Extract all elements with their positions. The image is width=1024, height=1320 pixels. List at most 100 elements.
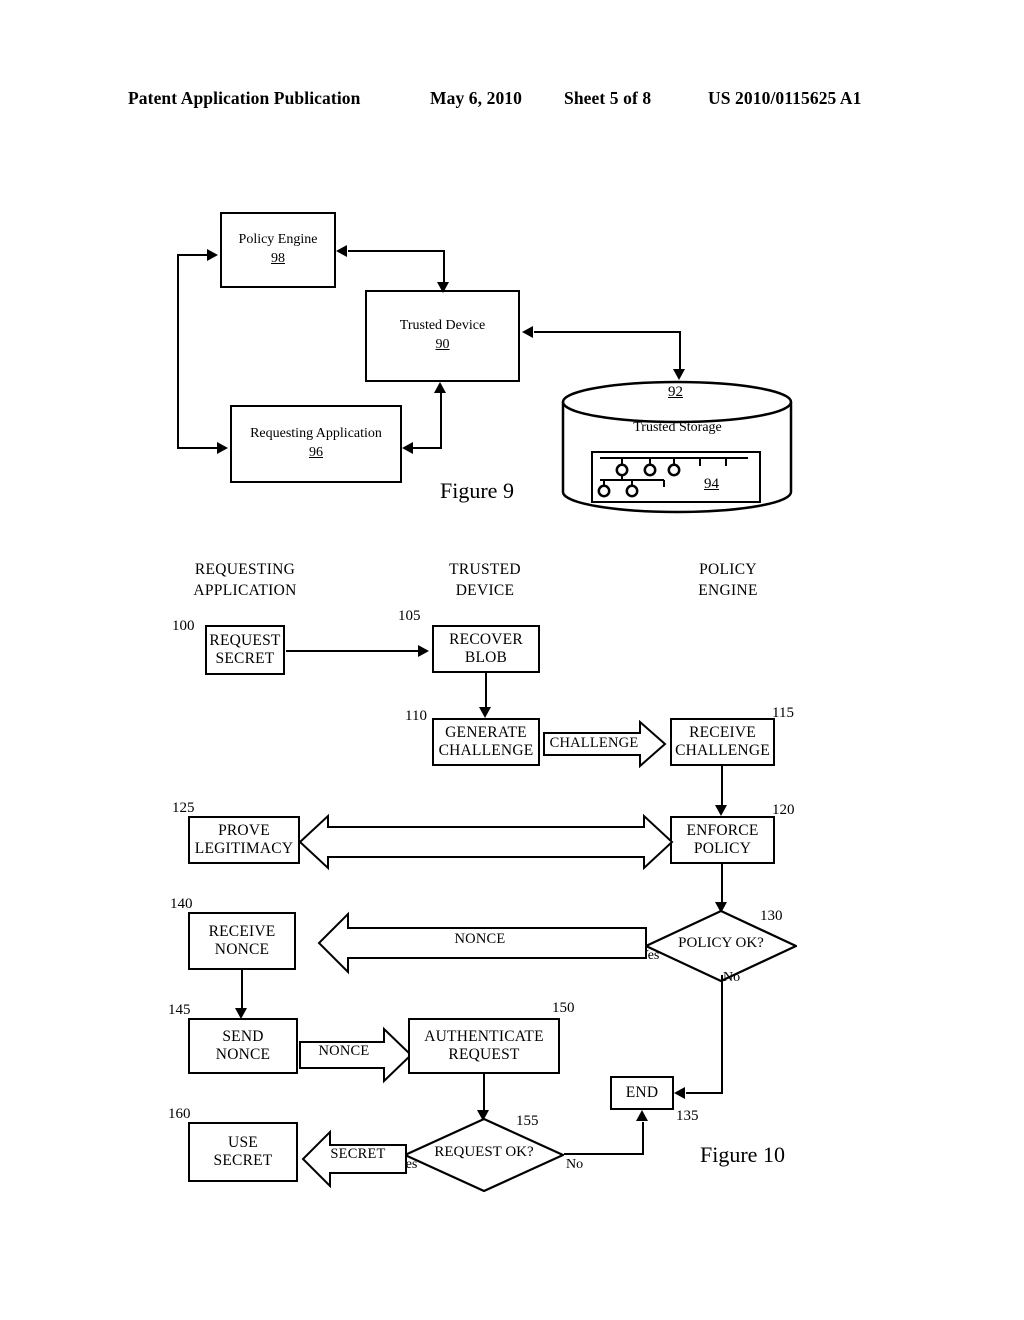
- figure9-line-storage-to-td: [534, 331, 681, 333]
- page-header: Patent Application Publication May 6, 20…: [0, 88, 1024, 114]
- figure9-arrowhead-up-to-trusted-device: [434, 382, 446, 393]
- figure10-message-challenge-label: CHALLENGE: [549, 735, 639, 751]
- figure9-arrowhead-into-trusted-device-right: [522, 326, 533, 338]
- figure10-enforce-policy-line1: ENFORCE: [686, 821, 759, 839]
- figure10-ref-105: 105: [398, 608, 421, 624]
- figure10-column-trusted-device-line2: DEVICE: [455, 581, 515, 599]
- figure10-step-request-secret: REQUEST SECRET: [205, 625, 285, 675]
- header-patent-number: US 2010/0115625 A1: [708, 88, 862, 108]
- figure10-receive-nonce-line2: NONCE: [214, 941, 270, 958]
- figure10-ref-115: 115: [772, 705, 794, 721]
- figure9-caption: Figure 9: [440, 478, 514, 503]
- figure10-receive-challenge-line2: CHALLENGE: [675, 742, 770, 759]
- patent-drawing-page: Patent Application Publication May 6, 20…: [0, 0, 1024, 1320]
- figure10-message-secret-label: SECRET: [330, 1146, 386, 1162]
- figure10-arrowhead-into-recover-blob: [418, 645, 429, 657]
- figure10-column-trusted-device-line1: TRUSTED: [449, 561, 521, 578]
- figure10-request-secret-line1: REQUEST: [209, 631, 281, 649]
- figure10-arrowhead-into-end-bottom: [636, 1110, 648, 1121]
- figure9-storage-label: Trusted Storage: [633, 420, 722, 435]
- figure10-authenticate-request-line2: REQUEST: [448, 1046, 520, 1063]
- figure10-use-secret-line2: SECRET: [213, 1152, 273, 1169]
- figure10-ref-140: 140: [170, 896, 193, 912]
- figure10-bidirectional-legitimacy-arrow: [298, 813, 674, 871]
- figure10-step-send-nonce: SEND NONCE: [188, 1018, 298, 1074]
- figure9-line-feedback-top: [177, 254, 209, 256]
- figure10-generate-challenge-line1: GENERATE: [445, 723, 527, 741]
- figure10-use-secret-line1: USE: [228, 1133, 258, 1151]
- figure10-recover-blob-line1: RECOVER: [449, 630, 523, 648]
- figure10-step-receive-nonce: RECEIVE NONCE: [188, 912, 296, 970]
- figure10-step-enforce-policy: ENFORCE POLICY: [670, 816, 775, 864]
- figure9-line-feedback-vertical: [177, 255, 179, 449]
- figure10-ref-145: 145: [168, 1002, 191, 1018]
- figure9-block-trusted-device: Trusted Device 90: [365, 290, 520, 382]
- figure9-arrowhead-down-to-trusted-device: [437, 282, 449, 293]
- figure10-line-requestok-no-horizontal: [564, 1153, 644, 1155]
- figure10-enforce-policy-line2: POLICY: [693, 840, 752, 857]
- figure10-step-receive-challenge: RECEIVE CHALLENGE: [670, 718, 775, 766]
- figure9-line-td-to-ra-horizontal: [413, 447, 442, 449]
- figure10-ref-100: 100: [172, 618, 195, 634]
- figure10-line-authenticate-to-requestok: [483, 1074, 485, 1114]
- figure10-ref-160: 160: [168, 1106, 191, 1122]
- figure10-prove-legitimacy-line2: LEGITIMACY: [194, 840, 294, 857]
- figure10-receive-challenge-line1: RECEIVE: [689, 723, 756, 741]
- figure10-step-prove-legitimacy: PROVE LEGITIMACY: [188, 816, 300, 864]
- figure9-block-requesting-application: Requesting Application 96: [230, 405, 402, 483]
- figure10-line-recover-to-generate: [485, 673, 487, 710]
- figure10-step-generate-challenge: GENERATE CHALLENGE: [432, 718, 540, 766]
- figure10-ref-110: 110: [405, 708, 427, 724]
- figure9-policy-engine-ref: 98: [271, 251, 285, 266]
- figure10-caption: Figure 10: [700, 1142, 785, 1167]
- figure10-column-requesting-application-line2: APPLICATION: [193, 581, 297, 599]
- figure10-message-nonce-right-label: NONCE: [318, 1043, 370, 1059]
- figure10-ref-150: 150: [552, 1000, 575, 1016]
- figure9-arrowhead-into-requesting-application: [217, 442, 228, 454]
- figure10-ref-120: 120: [772, 802, 795, 818]
- figure9-requesting-application-ref: 96: [309, 445, 323, 460]
- figure9-line-td-to-pe-horizontal: [348, 250, 445, 252]
- figure10-decision-request-ok-label: REQUEST OK?: [434, 1144, 534, 1160]
- figure9-block-policy-engine: Policy Engine 98: [220, 212, 336, 288]
- figure10-column-policy-engine-line1: POLICY: [699, 561, 757, 578]
- figure10-prove-legitimacy-line1: PROVE: [218, 821, 270, 839]
- figure10-line-policyok-no-horizontal: [686, 1092, 723, 1094]
- figure10-send-nonce-line2: NONCE: [215, 1046, 271, 1063]
- figure9-storage-ref-94: 94: [704, 476, 719, 492]
- figure10-receive-nonce-line1: RECEIVE: [208, 922, 276, 940]
- figure10-decision-policy-ok-label: POLICY OK?: [678, 935, 764, 951]
- figure10-message-nonce-left-label: NONCE: [454, 931, 506, 947]
- figure10-step-recover-blob: RECOVER BLOB: [432, 625, 540, 673]
- figure9-trusted-storage-cylinder: [560, 380, 795, 520]
- figure9-storage-ref-92: 92: [668, 384, 683, 400]
- figure10-line-receive-to-enforce: [721, 766, 723, 809]
- figure10-line-policyok-no-vertical: [721, 975, 723, 1093]
- figure9-policy-engine-label: Policy Engine: [238, 232, 318, 248]
- header-publication: Patent Application Publication: [128, 88, 361, 108]
- figure10-arrowhead-into-enforce-policy: [715, 805, 727, 816]
- figure10-line-request-to-recover: [286, 650, 420, 652]
- figure10-send-nonce-line1: SEND: [222, 1027, 264, 1045]
- figure10-arrowhead-into-end-right: [674, 1087, 685, 1099]
- figure10-step-end: END: [610, 1076, 674, 1110]
- figure10-column-policy-engine: POLICY ENGINE: [628, 560, 828, 602]
- figure10-line-enforce-to-policyok: [721, 864, 723, 906]
- header-date: May 6, 2010: [430, 88, 522, 108]
- figure9-trusted-device-label: Trusted Device: [399, 318, 486, 334]
- figure9-line-feedback-bottom: [177, 447, 219, 449]
- figure10-line-requestok-no-vertical: [642, 1122, 644, 1155]
- figure10-recover-blob-line2: BLOB: [464, 649, 508, 666]
- figure10-ref-135: 135: [676, 1108, 699, 1124]
- figure10-arrowhead-into-generate-challenge: [479, 707, 491, 718]
- figure9-line-td-to-storage-vertical: [679, 331, 681, 373]
- figure10-ref-130: 130: [760, 908, 783, 924]
- figure9-arrowhead-into-requesting-application-right: [402, 442, 413, 454]
- figure10-column-trusted-device: TRUSTED DEVICE: [385, 560, 585, 602]
- figure10-column-requesting-application-line1: REQUESTING: [194, 561, 296, 578]
- figure10-step-authenticate-request: AUTHENTICATE REQUEST: [408, 1018, 560, 1074]
- figure10-authenticate-request-line1: AUTHENTICATE: [424, 1027, 544, 1045]
- figure10-step-use-secret: USE SECRET: [188, 1122, 298, 1182]
- figure9-arrowhead-into-policy-engine: [336, 245, 347, 257]
- figure10-request-ok-no-label: No: [566, 1157, 584, 1172]
